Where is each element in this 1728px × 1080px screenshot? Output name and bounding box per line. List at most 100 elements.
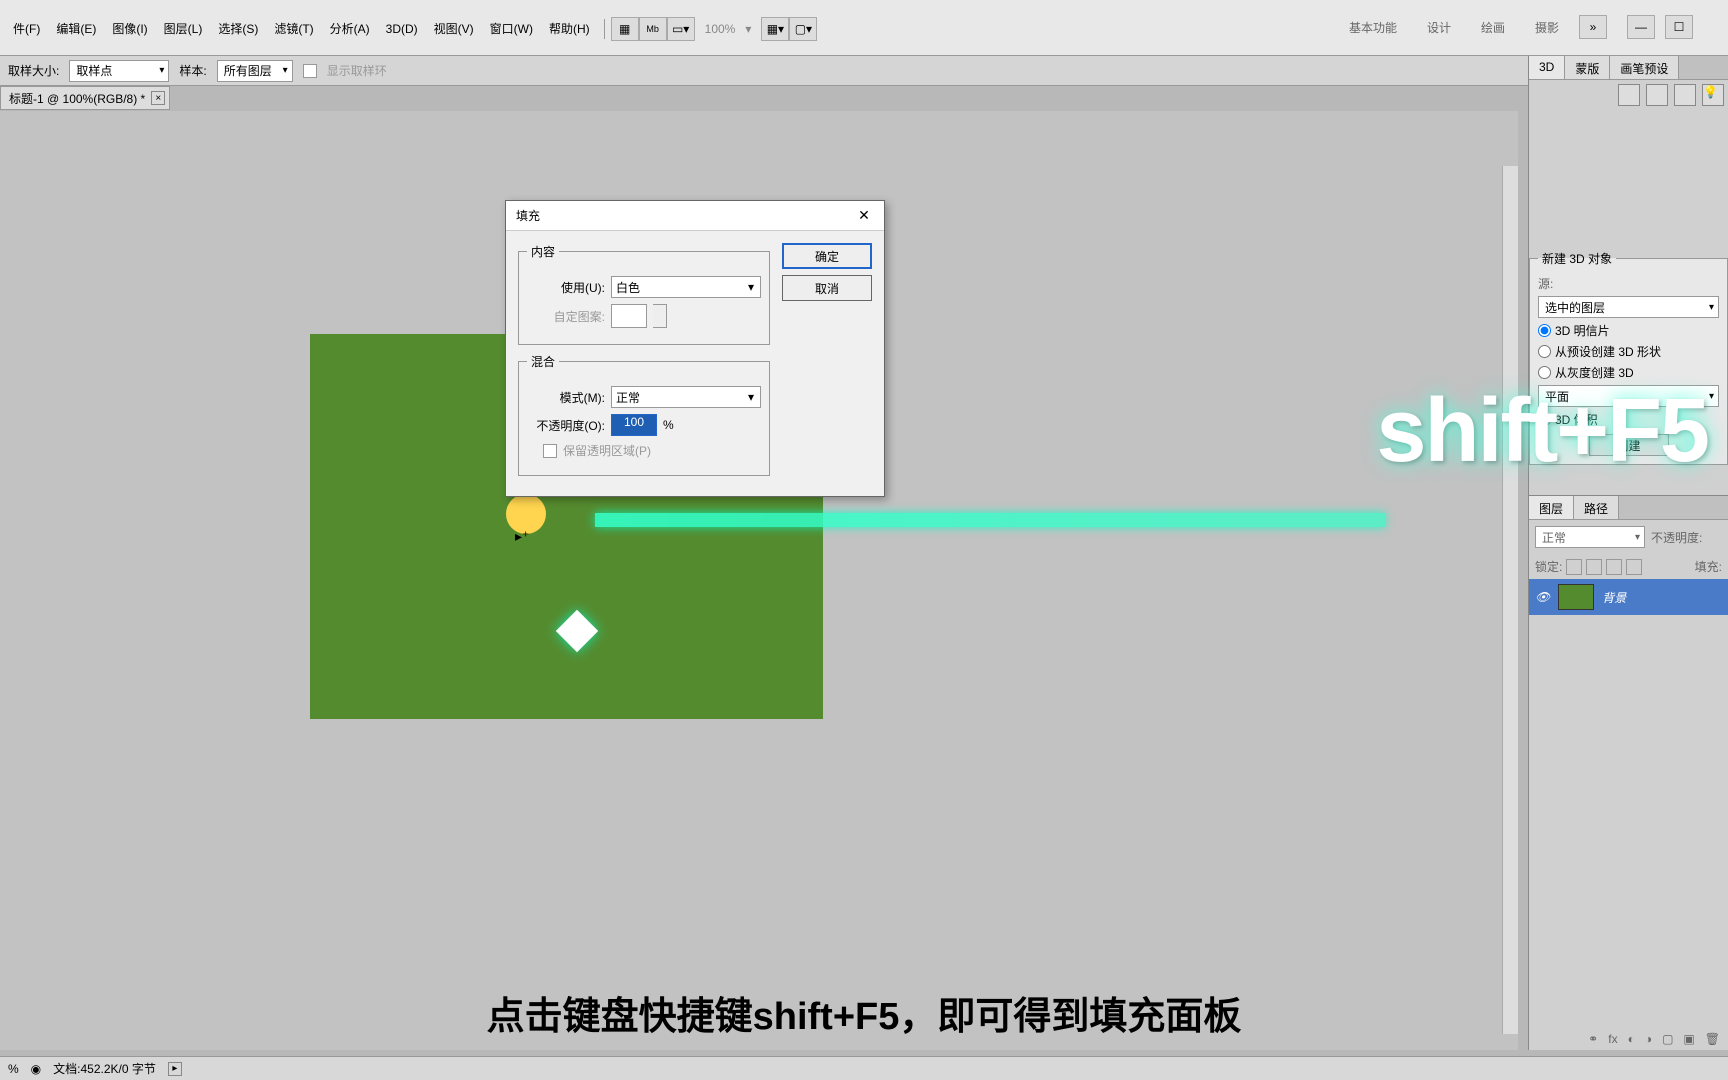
blend-legend: 混合: [527, 353, 559, 370]
workspace-more-icon[interactable]: »: [1579, 15, 1607, 39]
link-icon[interactable]: ⚭: [1588, 1032, 1598, 1046]
fill-dialog: 填充 ✕ 内容 使用(U): 白色 自定图案: 混合 模式(M): 正常 不透明…: [505, 200, 885, 497]
content-legend: 内容: [527, 243, 559, 260]
opacity-label: 不透明度(O):: [527, 417, 605, 434]
adjust-icon[interactable]: ◑: [1645, 1032, 1652, 1046]
lock-all-icon[interactable]: [1626, 559, 1642, 575]
tab-brush[interactable]: 画笔预设: [1610, 56, 1679, 79]
pattern-swatch[interactable]: [611, 304, 647, 328]
radio-preset-label: 从预设创建 3D 形状: [1555, 343, 1661, 360]
radio-gray[interactable]: [1538, 366, 1551, 379]
minimize-icon[interactable]: —: [1627, 15, 1655, 39]
menu-image[interactable]: 图像(I): [104, 16, 155, 42]
mode-select[interactable]: 正常: [611, 386, 761, 408]
pattern-label: 自定图案:: [527, 308, 605, 325]
mode-label: 模式(M):: [527, 389, 605, 406]
sample-select[interactable]: 所有图层: [217, 60, 293, 82]
doc-size: 文档:452.2K/0 字节: [53, 1060, 156, 1077]
show-ring-checkbox[interactable]: [303, 64, 317, 78]
radio-postcard[interactable]: [1538, 324, 1551, 337]
screen-icon[interactable]: ▢▾: [789, 17, 817, 41]
3d-scene-icon[interactable]: [1618, 84, 1640, 106]
workspace-photo[interactable]: 摄影: [1525, 15, 1569, 40]
menu-select[interactable]: 选择(S): [210, 16, 266, 42]
sample-label: 样本:: [179, 62, 206, 79]
lock-trans-icon[interactable]: [1566, 559, 1582, 575]
sample-size-select[interactable]: 取样点: [69, 60, 169, 82]
tab-3d[interactable]: 3D: [1529, 56, 1565, 79]
3d-material-icon[interactable]: [1674, 84, 1696, 106]
options-bar: 取样大小: 取样点 样本: 所有图层 显示取样环: [0, 56, 1528, 86]
vertical-scrollbar[interactable]: [1502, 166, 1518, 1034]
layer-thumbnail[interactable]: [1558, 584, 1594, 610]
sample-size-label: 取样大小:: [8, 62, 59, 79]
tab-layers[interactable]: 图层: [1529, 496, 1574, 519]
zoom-value[interactable]: 100%: [695, 22, 746, 36]
new-3d-title: 新建 3D 对象: [1538, 250, 1616, 267]
right-panels: 3D 蒙版 画笔预设 💡 新建 3D 对象 源: 选中的图层 3D 明信片 从预…: [1528, 56, 1728, 1050]
menu-3d[interactable]: 3D(D): [378, 16, 426, 42]
glow-line: [595, 513, 1385, 527]
screen-mode-icon[interactable]: ▭▾: [667, 17, 695, 41]
status-arrow-icon[interactable]: ▸: [168, 1062, 182, 1076]
trash-icon[interactable]: 🗑: [1705, 1032, 1720, 1046]
close-icon[interactable]: ✕: [854, 206, 874, 226]
preserve-label: 保留透明区域(P): [563, 442, 651, 459]
show-ring-label: 显示取样环: [327, 62, 387, 79]
document-title: 标题-1 @ 100%(RGB/8) *: [9, 90, 145, 107]
percent-label: %: [663, 418, 674, 432]
menu-help[interactable]: 帮助(H): [541, 16, 598, 42]
workspace-basic[interactable]: 基本功能: [1339, 15, 1407, 40]
tab-mask[interactable]: 蒙版: [1565, 56, 1610, 79]
fill-label: 填充:: [1695, 558, 1722, 575]
visibility-icon[interactable]: 👁: [1535, 590, 1550, 604]
blend-group: 混合 模式(M): 正常 不透明度(O): 100 % 保留透明区域(P): [518, 353, 770, 476]
tab-paths[interactable]: 路径: [1574, 496, 1619, 519]
close-doc-icon[interactable]: ×: [151, 91, 165, 105]
radio-postcard-label: 3D 明信片: [1555, 322, 1610, 339]
new-layer-icon[interactable]: ▣: [1683, 1032, 1694, 1046]
workspace-paint[interactable]: 绘画: [1471, 15, 1515, 40]
menu-view[interactable]: 视图(V): [426, 16, 482, 42]
menu-window[interactable]: 窗口(W): [482, 16, 541, 42]
preserve-checkbox[interactable]: [543, 444, 557, 458]
app-area: 件(F) 编辑(E) 图像(I) 图层(L) 选择(S) 滤镜(T) 分析(A)…: [0, 0, 1728, 30]
dialog-title: 填充: [516, 207, 540, 224]
use-select[interactable]: 白色: [611, 276, 761, 298]
radio-preset[interactable]: [1538, 345, 1551, 358]
opacity-label: 不透明度:: [1651, 529, 1702, 546]
use-label: 使用(U):: [527, 279, 605, 296]
cancel-button[interactable]: 取消: [782, 275, 872, 301]
menu-analysis[interactable]: 分析(A): [322, 16, 378, 42]
arrange-icon[interactable]: ▦▾: [761, 17, 789, 41]
opacity-input[interactable]: 100: [611, 414, 657, 436]
layer-name: 背景: [1602, 589, 1626, 606]
fx-icon[interactable]: fx: [1608, 1032, 1617, 1046]
menu-edit[interactable]: 编辑(E): [48, 16, 104, 42]
maximize-icon[interactable]: ☐: [1665, 15, 1693, 39]
menu-filter[interactable]: 滤镜(T): [266, 16, 321, 42]
cursor-icon: ▸⁺: [515, 528, 529, 545]
ok-button[interactable]: 确定: [782, 243, 872, 269]
pattern-dropdown-icon[interactable]: [653, 304, 667, 328]
source-select[interactable]: 选中的图层: [1538, 296, 1719, 318]
radio-gray-label: 从灰度创建 3D: [1555, 364, 1634, 381]
layer-row[interactable]: 👁 背景: [1529, 579, 1728, 615]
shortcut-overlay: shift+F5: [1376, 380, 1708, 483]
3d-mesh-icon[interactable]: [1646, 84, 1668, 106]
lock-pixel-icon[interactable]: [1586, 559, 1602, 575]
menu-layer[interactable]: 图层(L): [156, 16, 211, 42]
menu-file[interactable]: 件(F): [5, 16, 48, 42]
document-tab[interactable]: 标题-1 @ 100%(RGB/8) * ×: [0, 86, 170, 110]
lock-pos-icon[interactable]: [1606, 559, 1622, 575]
bridge-icon[interactable]: ▦: [611, 17, 639, 41]
status-icon[interactable]: ◉: [31, 1062, 41, 1076]
caption-text: 点击键盘快捷键shift+F5，即可得到填充面板: [487, 985, 1242, 1040]
mask-icon[interactable]: ◐: [1628, 1032, 1635, 1046]
zoom-status[interactable]: %: [8, 1062, 19, 1076]
folder-icon[interactable]: ▢: [1662, 1032, 1673, 1046]
workspace-design[interactable]: 设计: [1417, 15, 1461, 40]
3d-light-icon[interactable]: 💡: [1702, 84, 1724, 106]
blend-mode-select[interactable]: 正常: [1535, 526, 1645, 548]
mb-icon[interactable]: Mb: [639, 17, 667, 41]
